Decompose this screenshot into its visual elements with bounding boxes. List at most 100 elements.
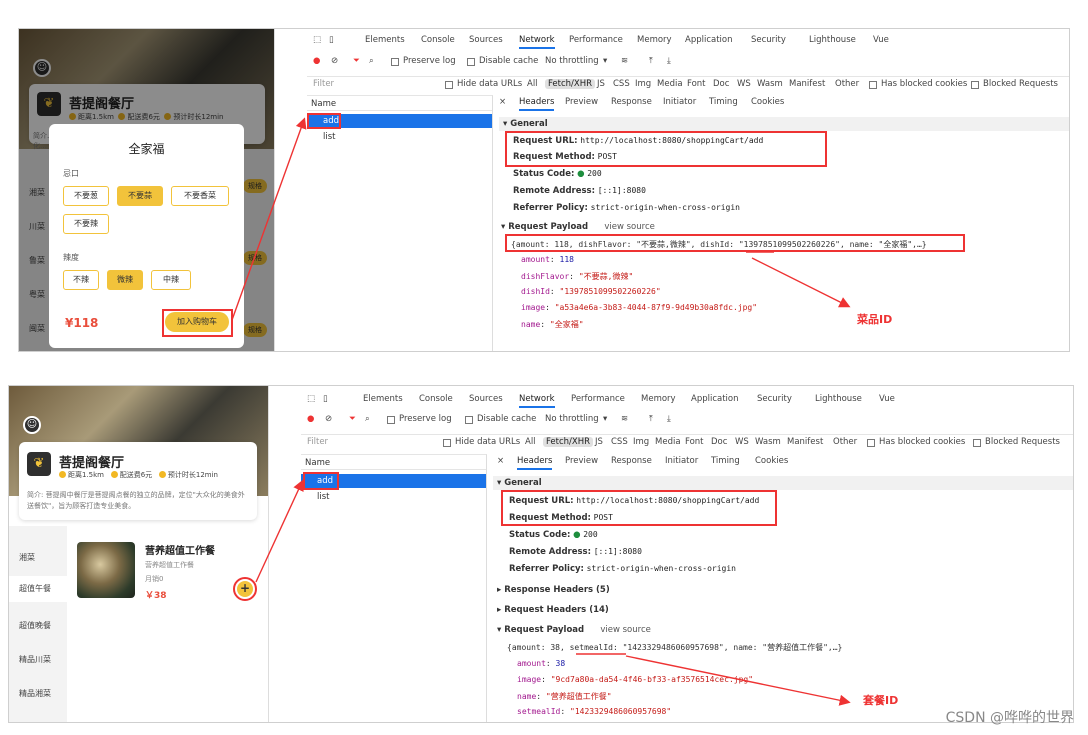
filter-font[interactable]: Font — [687, 79, 706, 89]
filter-input[interactable]: Filter — [313, 79, 334, 89]
tab-memory[interactable]: Memory — [641, 394, 676, 404]
payload-summary[interactable]: {amount: 38, setmealId: "142332948606095… — [507, 642, 842, 653]
filter-manifest[interactable]: Manifest — [787, 437, 823, 447]
tab-headers[interactable]: Headers — [519, 97, 555, 111]
filter-doc[interactable]: Doc — [711, 437, 727, 447]
tab-performance[interactable]: Performance — [571, 394, 625, 404]
filter-font[interactable]: Font — [685, 437, 704, 447]
blocked-requests-checkbox[interactable] — [973, 439, 981, 447]
tab-preview[interactable]: Preview — [565, 97, 598, 107]
tab-headers[interactable]: Headers — [517, 456, 553, 470]
sidebar-item[interactable]: 湘菜 — [9, 552, 67, 563]
request-row-list[interactable]: list — [307, 130, 492, 144]
download-icon[interactable]: ⤓ — [667, 414, 671, 424]
tab-lighthouse[interactable]: Lighthouse — [815, 394, 862, 404]
sidebar-item[interactable]: 超值晚餐 — [9, 620, 67, 631]
tab-response[interactable]: Response — [611, 456, 652, 466]
close-icon[interactable]: × — [497, 456, 504, 466]
user-avatar-icon[interactable]: ☺ — [23, 416, 41, 434]
general-section[interactable]: ▾ General — [499, 117, 1069, 131]
device-toggle-icon[interactable]: ▯ — [329, 35, 334, 45]
tab-cookies[interactable]: Cookies — [751, 97, 784, 107]
filter-css[interactable]: CSS — [613, 79, 630, 89]
tab-timing[interactable]: Timing — [711, 456, 740, 466]
has-blocked-cookies-checkbox[interactable] — [867, 439, 875, 447]
response-headers-section[interactable]: ▸ Response Headers (5) — [497, 585, 610, 595]
tab-timing[interactable]: Timing — [709, 97, 738, 107]
tab-application[interactable]: Application — [685, 35, 733, 45]
search-icon[interactable]: ⌕ — [365, 414, 370, 424]
option-medium[interactable]: 中辣 — [151, 270, 191, 290]
tab-security[interactable]: Security — [757, 394, 792, 404]
request-payload-header[interactable]: ▾ Request Payload view source — [501, 222, 655, 232]
tab-initiator[interactable]: Initiator — [665, 456, 698, 466]
hide-data-urls-checkbox[interactable] — [443, 439, 451, 447]
option-no-spicy[interactable]: 不要辣 — [63, 214, 109, 234]
preserve-log-checkbox[interactable] — [391, 58, 399, 66]
filter-other[interactable]: Other — [833, 437, 857, 447]
tab-sources[interactable]: Sources — [469, 394, 503, 404]
tab-cookies[interactable]: Cookies — [755, 456, 788, 466]
preserve-log-checkbox[interactable] — [387, 416, 395, 424]
filter-wasm[interactable]: Wasm — [755, 437, 781, 447]
download-icon[interactable]: ⤓ — [667, 56, 671, 66]
clear-icon[interactable]: ⊘ — [331, 56, 338, 66]
throttling-select[interactable]: No throttling — [545, 56, 599, 66]
filter-other[interactable]: Other — [835, 79, 859, 89]
filter-icon[interactable]: ⏷ — [349, 414, 356, 424]
record-icon[interactable]: ● — [307, 414, 314, 424]
chevron-down-icon[interactable]: ▾ — [603, 56, 607, 66]
filter-all[interactable]: All — [527, 79, 538, 89]
filter-all[interactable]: All — [525, 437, 536, 447]
throttling-select[interactable]: No throttling — [545, 414, 599, 424]
tab-elements[interactable]: Elements — [363, 394, 403, 404]
filter-js[interactable]: JS — [597, 79, 605, 89]
sidebar-item[interactable]: 精品湘菜 — [9, 688, 67, 699]
wifi-icon[interactable]: ≋ — [621, 56, 628, 66]
disable-cache-checkbox[interactable] — [467, 58, 475, 66]
record-icon[interactable]: ● — [313, 56, 320, 66]
filter-ws[interactable]: WS — [735, 437, 749, 447]
clear-icon[interactable]: ⊘ — [325, 414, 332, 424]
tab-console[interactable]: Console — [419, 394, 453, 404]
filter-wasm[interactable]: Wasm — [757, 79, 783, 89]
upload-icon[interactable]: ⤒ — [649, 414, 653, 424]
tab-initiator[interactable]: Initiator — [663, 97, 696, 107]
filter-input[interactable]: Filter — [307, 437, 328, 447]
device-toggle-icon[interactable]: ▯ — [323, 394, 328, 404]
tab-memory[interactable]: Memory — [637, 35, 672, 45]
sidebar-item-active[interactable]: 超值午餐 — [9, 576, 67, 602]
sidebar-item[interactable]: 精品川菜 — [9, 654, 67, 665]
filter-icon[interactable]: ⏷ — [353, 56, 360, 66]
option-mild[interactable]: 微辣 — [107, 270, 143, 290]
inspect-icon[interactable]: ⬚ — [307, 394, 315, 404]
search-icon[interactable]: ⌕ — [369, 56, 374, 66]
chevron-down-icon[interactable]: ▾ — [603, 414, 607, 424]
tab-vue[interactable]: Vue — [879, 394, 895, 404]
filter-media[interactable]: Media — [657, 79, 683, 89]
filter-js[interactable]: JS — [595, 437, 603, 447]
tab-application[interactable]: Application — [691, 394, 739, 404]
tab-performance[interactable]: Performance — [569, 35, 623, 45]
filter-img[interactable]: Img — [635, 79, 651, 89]
disable-cache-checkbox[interactable] — [465, 416, 473, 424]
upload-icon[interactable]: ⤒ — [649, 56, 653, 66]
tab-network[interactable]: Network — [519, 35, 555, 49]
option-no-garlic[interactable]: 不要蒜 — [117, 186, 163, 206]
wifi-icon[interactable]: ≋ — [621, 414, 628, 424]
blocked-requests-checkbox[interactable] — [971, 81, 979, 89]
filter-img[interactable]: Img — [633, 437, 649, 447]
request-headers-section[interactable]: ▸ Request Headers (14) — [497, 605, 609, 615]
filter-media[interactable]: Media — [655, 437, 681, 447]
request-payload-header[interactable]: ▾ Request Payload view source — [497, 625, 651, 635]
filter-fetch-xhr[interactable]: Fetch/XHR — [545, 79, 596, 89]
filter-ws[interactable]: WS — [737, 79, 751, 89]
filter-css[interactable]: CSS — [611, 437, 628, 447]
close-icon[interactable]: × — [499, 97, 506, 107]
tab-response[interactable]: Response — [611, 97, 652, 107]
inspect-icon[interactable]: ⬚ — [313, 35, 321, 45]
filter-fetch-xhr[interactable]: Fetch/XHR — [543, 437, 594, 447]
tab-lighthouse[interactable]: Lighthouse — [809, 35, 856, 45]
tab-preview[interactable]: Preview — [565, 456, 598, 466]
filter-doc[interactable]: Doc — [713, 79, 729, 89]
